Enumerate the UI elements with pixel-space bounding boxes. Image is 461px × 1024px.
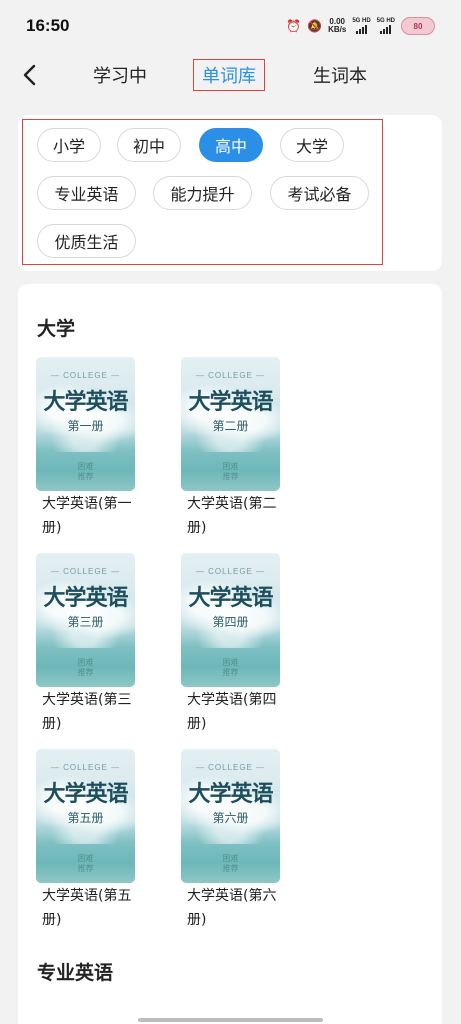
alarm-icon: ⏰ [286, 19, 302, 33]
book-cover[interactable]: — COLLEGE — 大学英语 第五册 困难 推荐 [36, 749, 135, 883]
category-chip-exam[interactable]: 考试必备 [270, 176, 369, 210]
book-name: 大学英语(第五册) [42, 888, 132, 928]
net-speed: 0.00 KB/s [328, 18, 346, 34]
tab-wordbank[interactable]: 单词库 [193, 59, 265, 91]
signal-1: 5G HD [352, 18, 371, 34]
mute-icon: 🔕 [307, 19, 323, 33]
battery-icon: 80 [401, 17, 435, 35]
cover-title: 大学英语 [43, 585, 128, 611]
tab-learning[interactable]: 学习中 [93, 62, 147, 88]
book-cover[interactable]: — COLLEGE — 大学英语 第一册 困难 推荐 [36, 357, 135, 491]
cover-rec: 困难 推荐 [77, 462, 94, 481]
book-cover[interactable]: — COLLEGE — 大学英语 第二册 困难 推荐 [181, 357, 280, 491]
cover-volume: 第五册 [67, 811, 104, 825]
book-card[interactable]: — COLLEGE — 大学英语 第一册 困难 推荐 大学英语(第一册) [36, 357, 136, 540]
signal-1-label: 5G HD [352, 18, 371, 24]
cover-title: 大学英语 [188, 389, 273, 415]
book-card[interactable]: — COLLEGE — 大学英语 第四册 困难 推荐 大学英语(第四册) [181, 553, 281, 736]
signal-2: 5G HD [377, 18, 395, 34]
cover-volume: 第四册 [212, 615, 249, 629]
book-name: 大学英语(第四册) [187, 692, 277, 732]
cover-label: — COLLEGE — [50, 567, 121, 576]
status-icons: ⏰ 🔕 0.00 KB/s 5G HD 5G HD 80 [286, 17, 435, 35]
signal-bars-icon [355, 25, 367, 34]
cover-label: — COLLEGE — [195, 763, 266, 772]
top-nav: 学习中 单词库 生词本 [0, 52, 461, 98]
back-arrow-icon [23, 64, 36, 86]
cover-rec: 困难 推荐 [222, 658, 239, 677]
cover-title: 大学英语 [188, 781, 273, 807]
category-chip-ability[interactable]: 能力提升 [153, 176, 252, 210]
cover-title: 大学英语 [43, 781, 128, 807]
book-card[interactable]: — COLLEGE — 大学英语 第六册 困难 推荐 大学英语(第六册) [181, 749, 281, 932]
cover-rec: 困难 推荐 [222, 854, 239, 873]
section-title: 专业英语 [37, 962, 114, 984]
book-card[interactable]: — COLLEGE — 大学英语 第二册 困难 推荐 大学英语(第二册) [181, 357, 281, 540]
status-bar: 16:50 ⏰ 🔕 0.00 KB/s 5G HD 5G HD 80 [0, 0, 461, 52]
book-cover[interactable]: — COLLEGE — 大学英语 第四册 困难 推荐 [181, 553, 280, 687]
category-chip-university[interactable]: 大学 [280, 128, 344, 162]
cover-rec: 困难 推荐 [77, 854, 94, 873]
book-card[interactable]: — COLLEGE — 大学英语 第三册 困难 推荐 大学英语(第三册) [36, 553, 136, 736]
book-cover[interactable]: — COLLEGE — 大学英语 第六册 困难 推荐 [181, 749, 280, 883]
cover-title: 大学英语 [188, 585, 273, 611]
cover-rec: 困难 推荐 [77, 658, 94, 677]
cover-label: — COLLEGE — [50, 763, 121, 772]
back-button[interactable] [14, 60, 44, 90]
cover-volume: 第六册 [212, 811, 249, 825]
cover-label: — COLLEGE — [50, 371, 121, 380]
cover-label: — COLLEGE — [195, 567, 266, 576]
category-chip-junior[interactable]: 初中 [117, 128, 181, 162]
status-time: 16:50 [26, 16, 70, 35]
cover-volume: 第三册 [67, 615, 104, 629]
category-chip-life[interactable]: 优质生活 [37, 224, 136, 258]
category-chip-professional[interactable]: 专业英语 [37, 176, 136, 210]
signal-bars-icon [380, 25, 392, 34]
battery-level: 80 [413, 21, 423, 31]
tab-new-words[interactable]: 生词本 [313, 62, 367, 88]
cover-title: 大学英语 [43, 389, 128, 415]
cover-volume: 第二册 [212, 419, 249, 433]
book-name: 大学英语(第三册) [42, 692, 132, 732]
section-title: 大学 [37, 318, 76, 340]
category-chip-primary[interactable]: 小学 [37, 128, 101, 162]
book-name: 大学英语(第一册) [42, 496, 132, 536]
book-cover[interactable]: — COLLEGE — 大学英语 第三册 困难 推荐 [36, 553, 135, 687]
cover-rec: 困难 推荐 [222, 462, 239, 481]
category-chip-senior[interactable]: 高中 [199, 128, 263, 162]
net-speed-unit: KB/s [328, 25, 347, 34]
cover-volume: 第一册 [67, 419, 104, 433]
book-name: 大学英语(第六册) [187, 888, 277, 928]
home-indicator[interactable] [138, 1018, 323, 1022]
signal-2-label: 5G HD [376, 18, 395, 24]
book-name: 大学英语(第二册) [187, 496, 277, 536]
cover-label: — COLLEGE — [195, 371, 266, 380]
book-card[interactable]: — COLLEGE — 大学英语 第五册 困难 推荐 大学英语(第五册) [36, 749, 136, 932]
